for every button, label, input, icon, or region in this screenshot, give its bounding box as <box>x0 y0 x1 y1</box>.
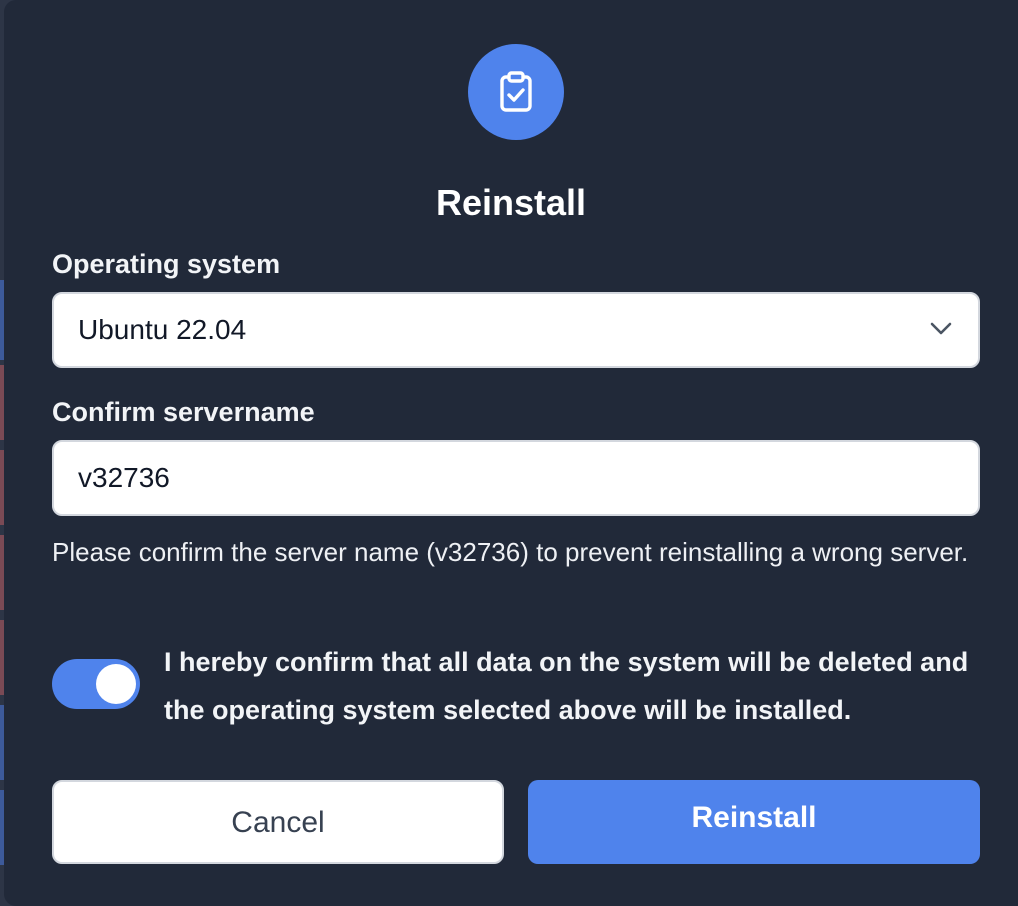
os-select-value: Ubuntu 22.04 <box>78 314 247 345</box>
confirm-servername-value: v32736 <box>78 462 170 493</box>
help-text: Please confirm the server name (v32736) … <box>52 537 969 567</box>
toggle-knob <box>96 664 136 704</box>
clipboard-check-icon <box>500 71 532 112</box>
os-label: Operating system <box>52 249 281 279</box>
chevron-down-icon <box>930 322 952 335</box>
confirm-servername-label: Confirm servername <box>52 397 315 427</box>
dialog-title: Reinstall <box>435 182 587 223</box>
consent-text: I hereby confirm that all data on the sy… <box>164 647 969 725</box>
os-select[interactable]: Ubuntu 22.04 <box>52 292 980 368</box>
dialog-icon-badge <box>468 44 564 140</box>
cancel-button[interactable]: Cancel <box>52 780 504 864</box>
reinstall-button[interactable]: Reinstall <box>528 780 980 864</box>
consent-toggle[interactable] <box>52 659 140 709</box>
confirm-servername-input[interactable]: v32736 <box>52 440 980 516</box>
reinstall-dialog: Reinstall Operating system Ubuntu 22.04 … <box>4 0 1018 906</box>
